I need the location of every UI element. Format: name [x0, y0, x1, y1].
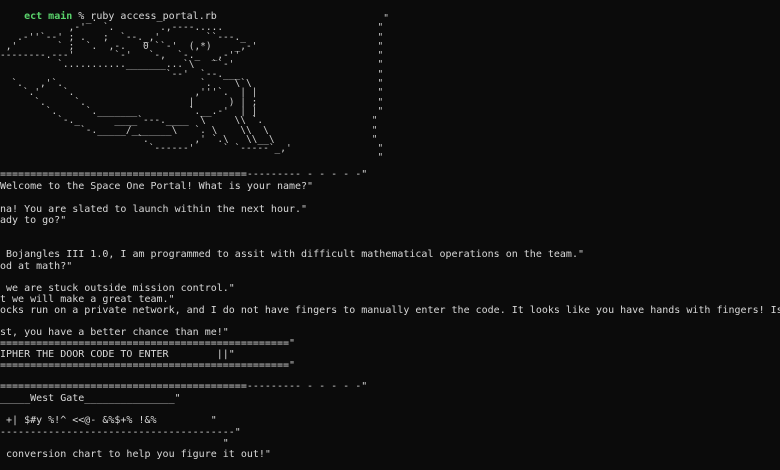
output-line: ocks run on a private network, and I do …: [0, 305, 780, 316]
output-line: Bojangles III 1.0, I am programmed to as…: [0, 249, 584, 260]
output-line: na! You are slated to launch within the …: [0, 204, 308, 215]
output-line: ========================================…: [0, 169, 368, 180]
output-line: ---------------------------------------": [0, 427, 241, 438]
output-line: ========================================…: [0, 360, 296, 371]
output-line: ady to go?": [0, 215, 67, 226]
output-line: +| $#y %!^ <<@- &%$+% !&% ": [0, 415, 217, 426]
output-line: st, you have a better chance than me!": [0, 327, 229, 338]
output-line: we are stuck outside mission control.": [0, 283, 235, 294]
output-line: ": [0, 438, 229, 449]
output-line: ========================================…: [0, 338, 296, 349]
ascii-art-row: ": [0, 152, 384, 164]
output-line: od at math?": [0, 261, 73, 272]
output-line: t we will make a great team.": [0, 294, 175, 305]
output-line: Welcome to the Space One Portal! What is…: [0, 181, 314, 192]
output-line: conversion chart to help you figure it o…: [0, 449, 271, 460]
terminal-window[interactable]: ect main % ruby access_portal.rb _. " ,-…: [0, 0, 780, 470]
output-line: IPHER THE DOOR CODE TO ENTER ||": [0, 349, 235, 360]
output-line: _____West Gate_______________": [0, 393, 181, 404]
output-line: ========================================…: [0, 381, 368, 392]
ascii-spaceship-art: _. " ,-' `. .,----..... " .-''`--' ; . ;…: [0, 14, 389, 163]
